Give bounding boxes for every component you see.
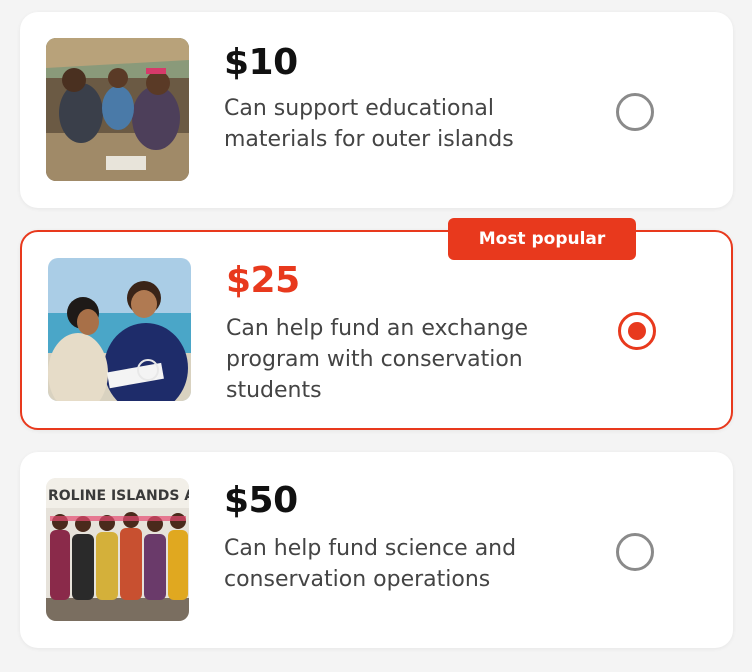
photo-sign-text: ROLINE ISLANDS AIR [48, 488, 189, 504]
radio-button-selected[interactable] [618, 312, 656, 350]
donation-option-25[interactable]: $25 Can help fund an exchange program wi… [20, 230, 733, 430]
photo-caroline-islands-group: ROLINE ISLANDS AIR [46, 478, 189, 621]
photo-students-ocean [48, 258, 191, 401]
most-popular-badge: Most popular [448, 218, 636, 260]
option-description: Can support educational materials for ou… [224, 96, 514, 152]
option-description: Can help fund science and conservation o… [224, 536, 517, 592]
amount-label: $10 [224, 42, 298, 83]
option-description: Can help fund an exchange program with c… [226, 316, 529, 403]
amount-label: $25 [226, 260, 300, 301]
photo-group-studying [46, 38, 189, 181]
radio-button[interactable] [616, 533, 654, 571]
radio-button[interactable] [616, 93, 654, 131]
donation-option-50[interactable]: ROLINE ISLANDS AIR $50 Can help fund sci… [20, 452, 733, 648]
amount-label: $50 [224, 480, 298, 521]
donation-option-10[interactable]: $10 Can support educational materials fo… [20, 12, 733, 208]
